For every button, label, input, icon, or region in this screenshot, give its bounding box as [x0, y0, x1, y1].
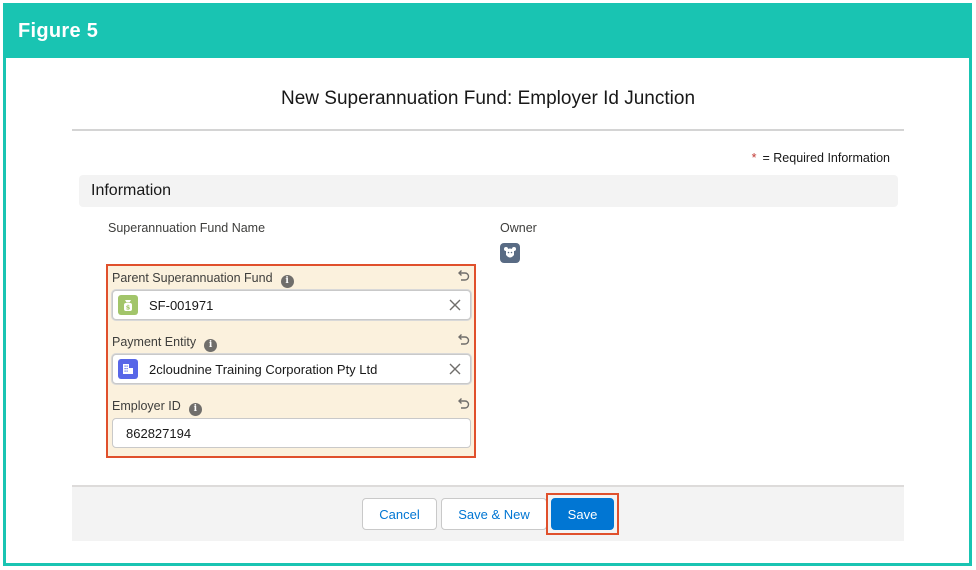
figure-header: Figure 5 — [6, 6, 969, 58]
clear-icon[interactable] — [448, 298, 462, 312]
parent-fund-value: SF-001971 — [149, 298, 214, 313]
owner-label: Owner — [500, 221, 537, 235]
payment-entity-label-row: Payment Entity i — [112, 335, 218, 352]
svg-text:$: $ — [126, 304, 131, 312]
payment-entity-label: Payment Entity — [112, 335, 197, 349]
clear-icon[interactable] — [448, 362, 462, 376]
employer-id-input[interactable] — [112, 418, 471, 448]
required-text: = Required Information — [762, 151, 890, 165]
payment-entity-lookup[interactable]: 2cloudnine Training Corporation Pty Ltd — [112, 354, 471, 384]
undo-icon[interactable] — [456, 269, 470, 283]
modal-title: New Superannuation Fund: Employer Id Jun… — [280, 88, 696, 109]
owner-avatar-icon[interactable] — [500, 243, 520, 263]
employer-id-label: Employer ID — [112, 399, 181, 413]
parent-fund-label: Parent Superannuation Fund — [112, 271, 273, 285]
parent-fund-lookup[interactable]: $ SF-001971 — [112, 290, 471, 320]
building-icon — [118, 359, 138, 379]
money-bag-icon: $ — [118, 295, 138, 315]
employer-id-label-row: Employer ID i — [112, 399, 202, 416]
required-legend: * = Required Information — [752, 151, 890, 165]
undo-icon[interactable] — [456, 333, 470, 347]
save-button[interactable]: Save — [551, 498, 614, 530]
fund-name-label: Superannuation Fund Name — [108, 221, 266, 235]
required-star: * — [751, 151, 757, 165]
save-new-button[interactable]: Save & New — [441, 498, 547, 530]
figure-title: Figure 5 — [18, 20, 99, 42]
info-icon[interactable]: i — [280, 275, 294, 288]
cancel-button[interactable]: Cancel — [362, 498, 437, 530]
section-label: Information — [91, 182, 172, 199]
info-icon[interactable]: i — [204, 339, 218, 352]
info-icon[interactable]: i — [188, 403, 202, 416]
parent-fund-label-row: Parent Superannuation Fund i — [112, 271, 294, 288]
undo-icon[interactable] — [456, 397, 470, 411]
section-header[interactable]: Information — [79, 175, 898, 207]
divider — [72, 129, 904, 131]
payment-entity-value: 2cloudnine Training Corporation Pty Ltd — [149, 362, 378, 377]
